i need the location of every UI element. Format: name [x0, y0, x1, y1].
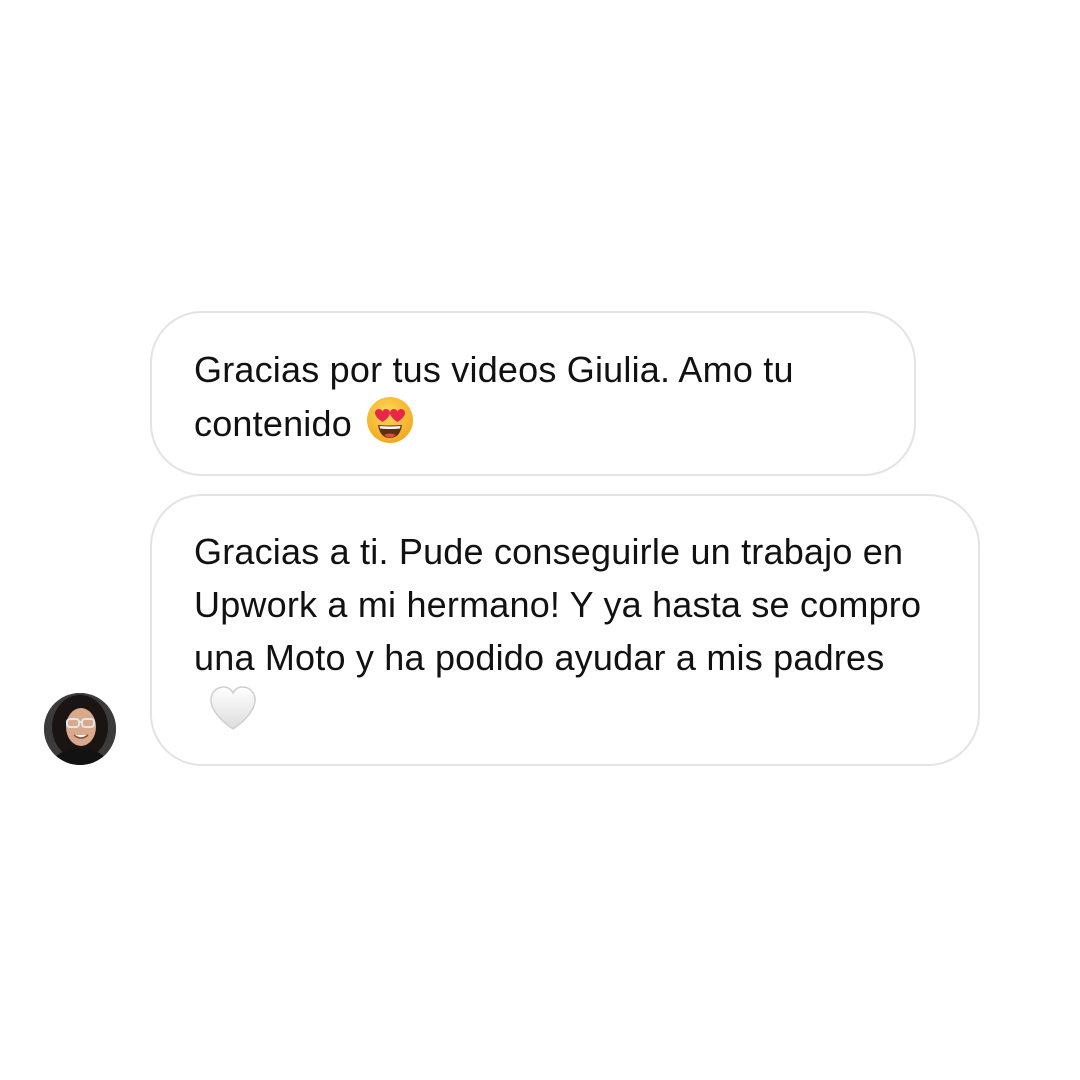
heart-eyes-emoji-icon: [366, 396, 414, 458]
message-bubble[interactable]: Gracias a ti. Pude conseguirle un trabaj…: [150, 494, 980, 766]
sender-avatar[interactable]: [44, 693, 116, 765]
white-heart-emoji-icon: [208, 684, 258, 746]
message-text: Gracias por tus videos Giulia. Amo tu co…: [194, 349, 794, 444]
message-thread: Gracias por tus videos Giulia. Amo tu co…: [0, 0, 1080, 1080]
message-bubble[interactable]: Gracias por tus videos Giulia. Amo tu co…: [150, 311, 916, 476]
avatar-photo-icon: [44, 693, 116, 765]
message-text: Gracias a ti. Pude conseguirle un trabaj…: [194, 531, 922, 678]
